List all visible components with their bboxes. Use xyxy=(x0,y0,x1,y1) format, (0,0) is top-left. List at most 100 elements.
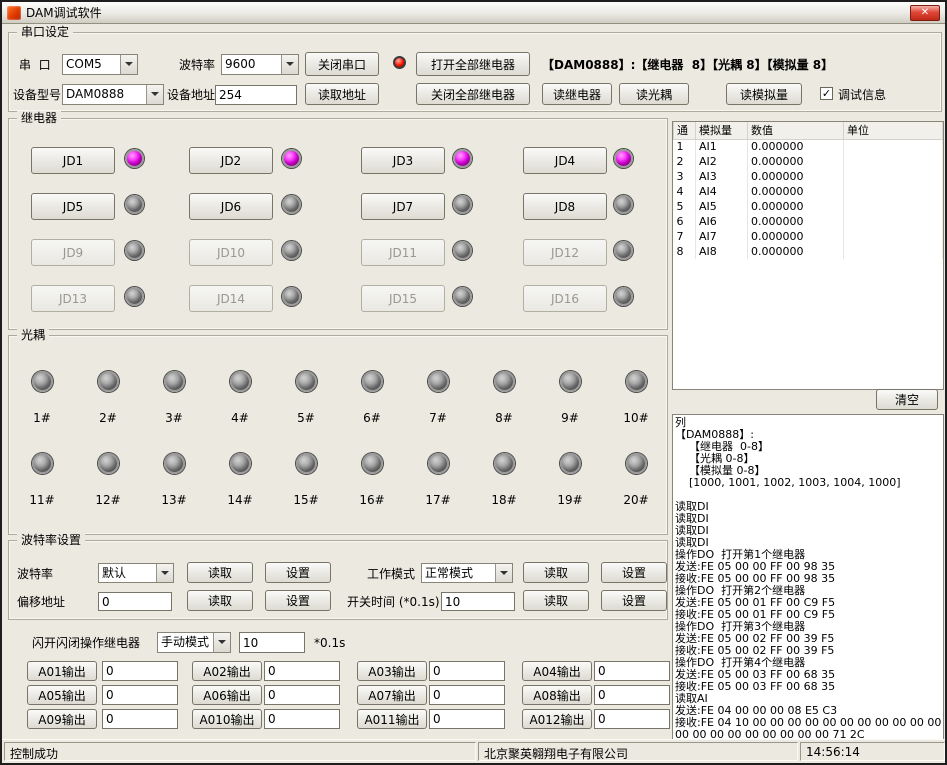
analog-cell: 0.000000 xyxy=(748,139,844,154)
relay-button-jd8[interactable]: JD8 xyxy=(523,193,607,220)
ao-button-A010输出[interactable]: A010输出 xyxy=(192,709,262,729)
ao-button-A07输出[interactable]: A07输出 xyxy=(357,685,427,705)
ao-button-A011输出[interactable]: A011输出 xyxy=(357,709,427,729)
relay-button-jd16[interactable]: JD16 xyxy=(523,285,607,312)
ao-button-A06输出[interactable]: A06输出 xyxy=(192,685,262,705)
device-address-input[interactable] xyxy=(215,85,297,105)
opto-group-title: 光耦 xyxy=(17,328,49,343)
ao-input-A010输出[interactable] xyxy=(264,709,340,729)
chevron-down-icon xyxy=(120,55,137,74)
close-icon[interactable]: ✕ xyxy=(910,5,940,21)
baud-set-button[interactable]: 设置 xyxy=(265,562,331,583)
ao-button-A05输出[interactable]: A05输出 xyxy=(27,685,97,705)
status-company: 北京聚英翱翔电子有限公司 xyxy=(478,742,798,761)
analog-cell: 4 xyxy=(674,184,696,199)
baud-setting-select[interactable]: 默认 xyxy=(98,563,174,583)
log-line: [1000, 1001, 1002, 1003, 1004, 1000] xyxy=(675,477,941,489)
debug-info-label: 调试信息 xyxy=(838,88,886,102)
opto-indicator-2 xyxy=(98,371,119,392)
relay-indicator-jd11 xyxy=(453,241,472,260)
relay-button-jd2[interactable]: JD2 xyxy=(189,147,273,174)
opto-indicator-11 xyxy=(32,453,53,474)
read-address-button[interactable]: 读取地址 xyxy=(305,83,379,105)
close-all-relays-button[interactable]: 关闭全部继电器 xyxy=(416,83,530,105)
relay-button-jd12[interactable]: JD12 xyxy=(523,239,607,266)
serial-settings-group: 串口设定 串 口 COM5 波特率 9600 关闭串口 打开全部继电器 【DAM… xyxy=(8,32,942,112)
relay-button-jd9[interactable]: JD9 xyxy=(31,239,115,266)
opto-indicator-10 xyxy=(626,371,647,392)
opto-indicator-3 xyxy=(164,371,185,392)
ao-input-A01输出[interactable] xyxy=(102,661,178,681)
open-all-relays-button[interactable]: 打开全部继电器 xyxy=(416,52,530,76)
debug-info-checkbox[interactable]: ✓ xyxy=(820,87,833,100)
work-mode-set-button[interactable]: 设置 xyxy=(601,562,667,583)
work-mode-select[interactable]: 正常模式 xyxy=(421,563,513,583)
ao-input-A02输出[interactable] xyxy=(264,661,340,681)
chevron-down-icon xyxy=(146,85,163,104)
ao-button-A04输出[interactable]: A04输出 xyxy=(522,661,592,681)
port-select[interactable]: COM5 xyxy=(62,54,138,75)
read-analog-button[interactable]: 读模拟量 xyxy=(726,83,802,105)
relay-button-jd15[interactable]: JD15 xyxy=(361,285,445,312)
ao-button-A09输出[interactable]: A09输出 xyxy=(27,709,97,729)
opto-channel-1: 1# xyxy=(9,371,75,425)
ao-button-A01输出[interactable]: A01输出 xyxy=(27,661,97,681)
analog-row: 6AI60.000000 xyxy=(674,214,943,229)
opto-channel-6: 6# xyxy=(339,371,405,425)
clear-button[interactable]: 清空 xyxy=(876,389,938,410)
switch-time-read-button[interactable]: 读取 xyxy=(523,590,589,611)
flash-time-input[interactable] xyxy=(239,632,305,653)
ao-input-A05输出[interactable] xyxy=(102,685,178,705)
ao-button-A03输出[interactable]: A03输出 xyxy=(357,661,427,681)
read-relays-button[interactable]: 读继电器 xyxy=(542,83,612,105)
relay-button-jd14[interactable]: JD14 xyxy=(189,285,273,312)
switch-time-set-button[interactable]: 设置 xyxy=(601,590,667,611)
ao-button-A012输出[interactable]: A012输出 xyxy=(522,709,592,729)
relay-button-jd6[interactable]: JD6 xyxy=(189,193,273,220)
switch-time-input[interactable] xyxy=(441,592,515,611)
analog-cell: 8 xyxy=(674,244,696,259)
relay-button-jd7[interactable]: JD7 xyxy=(361,193,445,220)
relay-indicator-jd1 xyxy=(125,149,144,168)
baudrate-select-value: 9600 xyxy=(222,55,281,74)
ao-button-A08输出[interactable]: A08输出 xyxy=(522,685,592,705)
device-address-label: 设备地址 xyxy=(167,88,215,102)
opto-indicator-18 xyxy=(494,453,515,474)
relay-button-jd11[interactable]: JD11 xyxy=(361,239,445,266)
offset-address-input[interactable] xyxy=(98,592,172,611)
analog-cell: 7 xyxy=(674,229,696,244)
ao-input-A04输出[interactable] xyxy=(594,661,670,681)
ao-input-A07输出[interactable] xyxy=(429,685,505,705)
read-opto-button[interactable]: 读光耦 xyxy=(619,83,689,105)
chevron-down-icon xyxy=(213,633,230,652)
log-area[interactable]: 列【DAM0888】: 【继电器 0-8】 【光耦 0-8】 【模拟量 0-8】… xyxy=(672,414,944,742)
ao-input-A08输出[interactable] xyxy=(594,685,670,705)
ao-input-A03输出[interactable] xyxy=(429,661,505,681)
analog-cell: 0.000000 xyxy=(748,214,844,229)
offset-read-button[interactable]: 读取 xyxy=(187,590,253,611)
opto-indicator-7 xyxy=(428,371,449,392)
flash-mode-select[interactable]: 手动模式 xyxy=(157,632,231,653)
relay-button-jd10[interactable]: JD10 xyxy=(189,239,273,266)
offset-set-button[interactable]: 设置 xyxy=(265,590,331,611)
opto-indicator-20 xyxy=(626,453,647,474)
relay-button-jd13[interactable]: JD13 xyxy=(31,285,115,312)
work-mode-select-value: 正常模式 xyxy=(422,564,495,582)
relay-button-jd1[interactable]: JD1 xyxy=(31,147,115,174)
work-mode-read-button[interactable]: 读取 xyxy=(523,562,589,583)
baudrate-select[interactable]: 9600 xyxy=(221,54,299,75)
baud-read-button[interactable]: 读取 xyxy=(187,562,253,583)
close-serial-button[interactable]: 关闭串口 xyxy=(305,52,379,76)
relay-button-jd5[interactable]: JD5 xyxy=(31,193,115,220)
ao-input-A012输出[interactable] xyxy=(594,709,670,729)
ao-button-A02输出[interactable]: A02输出 xyxy=(192,661,262,681)
ao-input-A06输出[interactable] xyxy=(264,685,340,705)
analog-cell: AI2 xyxy=(696,154,748,169)
ao-input-A011输出[interactable] xyxy=(429,709,505,729)
ao-input-A09输出[interactable] xyxy=(102,709,178,729)
relay-indicator-jd4 xyxy=(614,149,633,168)
device-model-select[interactable]: DAM0888 xyxy=(62,84,164,105)
relay-button-jd4[interactable]: JD4 xyxy=(523,147,607,174)
relay-button-jd3[interactable]: JD3 xyxy=(361,147,445,174)
baud-settings-group: 波特率设置 波特率 默认 读取 设置 工作模式 正常模式 读取 设置 偏移地址 … xyxy=(8,540,668,620)
